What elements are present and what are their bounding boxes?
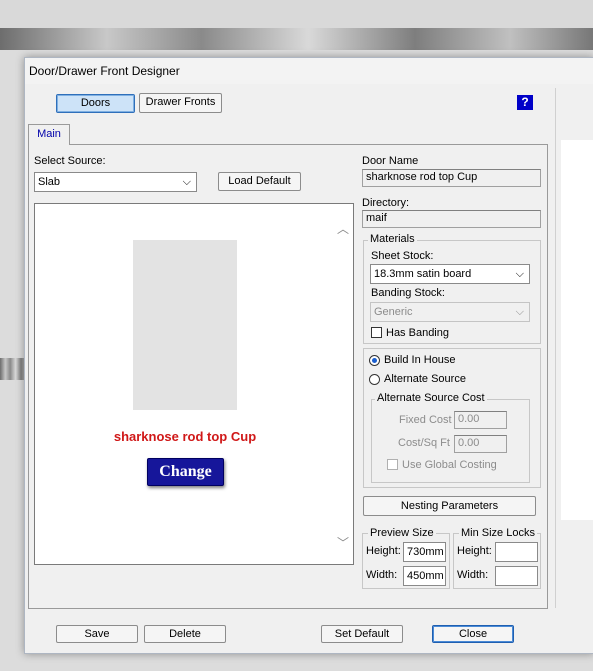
help-icon[interactable]: ? xyxy=(517,95,533,110)
save-button[interactable]: Save xyxy=(56,625,138,643)
use-global-costing-label: Use Global Costing xyxy=(402,459,497,471)
door-preview-shape xyxy=(133,240,237,410)
sheet-stock-label: Sheet Stock: xyxy=(371,250,434,262)
directory-field[interactable]: maif xyxy=(362,210,541,228)
build-in-house-label: Build In House xyxy=(384,354,456,366)
banding-stock-value: Generic xyxy=(374,306,413,318)
select-source-label: Select Source: xyxy=(34,155,106,167)
scroll-up-icon[interactable]: ︿ xyxy=(337,220,349,237)
door-name-label: Door Name xyxy=(362,155,419,167)
set-default-button[interactable]: Set Default xyxy=(321,625,403,643)
source-select-value: Slab xyxy=(38,176,61,188)
preview-height-label: Height: xyxy=(366,545,401,557)
alternate-source-radio[interactable] xyxy=(369,374,380,385)
cost-sqft-label: Cost/Sq Ft xyxy=(398,437,450,449)
cost-sqft-field[interactable]: 0.00 xyxy=(454,435,507,453)
preview-width-input[interactable]: 450mm xyxy=(403,566,446,586)
build-in-house-radio[interactable] xyxy=(369,355,380,366)
min-width-label: Width: xyxy=(457,569,489,581)
alternate-source-label: Alternate Source xyxy=(384,373,466,385)
chevron-down-icon: ⌵ xyxy=(515,268,524,280)
banding-stock-select[interactable]: Generic ⌵ xyxy=(370,302,530,322)
tab-main[interactable]: Main xyxy=(28,124,70,145)
nesting-parameters-button[interactable]: Nesting Parameters xyxy=(363,496,536,516)
alternate-cost-title: Alternate Source Cost xyxy=(375,392,487,404)
preview-height-input[interactable]: 730mm xyxy=(403,542,446,562)
right-side-white xyxy=(561,140,593,520)
desktop-background-strip xyxy=(0,28,593,50)
preview-caption: sharknose rod top Cup xyxy=(113,429,257,444)
banding-stock-label: Banding Stock: xyxy=(371,287,445,299)
fixed-cost-field[interactable]: 0.00 xyxy=(454,411,507,429)
title-bar[interactable]: Door/Drawer Front Designer xyxy=(25,58,593,84)
has-banding-label: Has Banding xyxy=(386,327,449,339)
sheet-stock-value: 18.3mm satin board xyxy=(374,268,472,280)
drawer-fronts-button[interactable]: Drawer Fronts xyxy=(139,93,222,113)
designer-window: Door/Drawer Front Designer Doors Drawer … xyxy=(24,57,593,654)
has-banding-checkbox[interactable] xyxy=(371,327,382,338)
materials-group-title: Materials xyxy=(368,233,417,245)
sheet-stock-select[interactable]: 18.3mm satin board ⌵ xyxy=(370,264,530,284)
use-global-costing-checkbox[interactable] xyxy=(387,459,398,470)
close-button[interactable]: Close xyxy=(432,625,514,643)
preview-area: sharknose rod top Cup Change ︿ ﹀ xyxy=(34,203,354,565)
chevron-down-icon: ⌵ xyxy=(515,306,524,318)
min-width-input[interactable] xyxy=(495,566,538,586)
delete-button[interactable]: Delete xyxy=(144,625,226,643)
desktop-background xyxy=(0,0,593,28)
window-title: Door/Drawer Front Designer xyxy=(29,64,180,78)
directory-label: Directory: xyxy=(362,197,410,209)
preview-width-label: Width: xyxy=(366,569,398,581)
min-height-input[interactable] xyxy=(495,542,538,562)
scroll-down-icon[interactable]: ﹀ xyxy=(337,534,349,551)
min-height-label: Height: xyxy=(457,545,492,557)
chevron-down-icon: ⌵ xyxy=(182,176,191,188)
fixed-cost-label: Fixed Cost xyxy=(399,414,452,426)
source-select[interactable]: Slab ⌵ xyxy=(34,172,197,192)
doors-button[interactable]: Doors xyxy=(56,94,135,113)
door-name-field[interactable]: sharknose rod top Cup xyxy=(362,169,541,187)
min-size-locks-title: Min Size Locks xyxy=(459,527,537,539)
change-button[interactable]: Change xyxy=(147,458,224,486)
load-default-button[interactable]: Load Default xyxy=(218,172,301,191)
preview-size-title: Preview Size xyxy=(368,527,436,539)
